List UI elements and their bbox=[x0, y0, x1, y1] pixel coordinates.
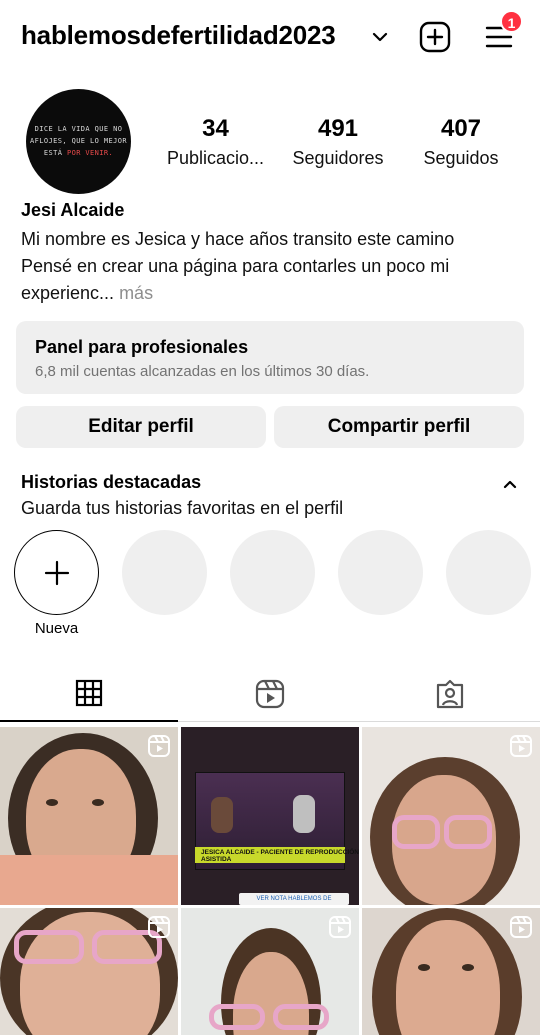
tab-tagged[interactable] bbox=[360, 675, 540, 721]
stat-value: 34 bbox=[202, 115, 229, 142]
grid-icon bbox=[75, 679, 103, 707]
stat-posts[interactable]: 34 Publicacio... bbox=[158, 114, 273, 172]
post-thumbnail[interactable] bbox=[362, 908, 540, 1035]
top-bar: hablemosdefertilidad2023 1 bbox=[0, 0, 540, 76]
post-thumbnail[interactable]: JESICA ALCAIDE - PACIENTE DE REPRODUCCIÓ… bbox=[181, 727, 359, 905]
post-figure bbox=[92, 799, 104, 806]
reel-icon bbox=[510, 916, 532, 938]
chevron-up-icon[interactable] bbox=[502, 476, 518, 492]
bio-line: experienc... más bbox=[21, 280, 521, 307]
reels-icon bbox=[255, 679, 285, 709]
post-figure bbox=[14, 930, 84, 964]
notification-badge: 1 bbox=[500, 10, 523, 33]
highlights-subtitle: Guarda tus historias favoritas en el per… bbox=[21, 498, 344, 518]
avatar-quote-line: DICE LA VIDA QUE NO bbox=[34, 125, 123, 133]
share-profile-button[interactable]: Compartir perfil bbox=[274, 406, 524, 448]
post-figure bbox=[444, 815, 492, 849]
news-banner-text: JESICA ALCAIDE - PACIENTE DE REPRODUCCIÓ… bbox=[201, 849, 359, 863]
reel-icon bbox=[148, 916, 170, 938]
highlight-placeholder bbox=[230, 530, 315, 615]
stat-value: 491 bbox=[317, 115, 359, 142]
stat-label: Seguidores bbox=[292, 148, 384, 168]
bio-more-link[interactable]: más bbox=[114, 283, 153, 303]
avatar-quote-highlight: POR VENIR. bbox=[66, 149, 114, 157]
tab-reels[interactable] bbox=[180, 675, 360, 721]
news-link: VER NOTA HABLEMOS DE FERTILIDAD bbox=[239, 893, 349, 905]
stat-following[interactable]: 407 Seguidos bbox=[412, 114, 510, 172]
tab-grid[interactable] bbox=[0, 675, 180, 721]
dashboard-title: Panel para profesionales bbox=[35, 337, 249, 357]
post-thumbnail[interactable] bbox=[181, 908, 359, 1035]
plus-square-icon[interactable] bbox=[419, 21, 451, 53]
tagged-person-icon bbox=[436, 679, 464, 709]
post-thumbnail[interactable] bbox=[0, 908, 178, 1035]
avatar[interactable]: DICE LA VIDA QUE NO AFLOJES, QUE LO MEJO… bbox=[26, 89, 131, 194]
stat-label: Seguidos bbox=[423, 148, 499, 168]
highlight-placeholder bbox=[338, 530, 423, 615]
post-thumbnail[interactable] bbox=[0, 727, 178, 905]
active-tab-indicator bbox=[0, 720, 178, 722]
profile-name: Jesi Alcaide bbox=[21, 200, 125, 220]
highlights-title: Historias destacadas bbox=[21, 472, 202, 492]
bio-truncated: experienc... bbox=[21, 283, 115, 303]
dashboard-subtitle: 6,8 mil cuentas alcanzadas en los último… bbox=[35, 363, 370, 380]
post-thumbnail[interactable] bbox=[362, 727, 540, 905]
avatar-quote: DICE LA VIDA QUE NO AFLOJES, QUE LO MEJO… bbox=[26, 123, 131, 159]
post-figure bbox=[418, 964, 430, 971]
highlight-placeholder bbox=[446, 530, 531, 615]
reel-icon bbox=[510, 735, 532, 757]
bio-line: Pensé en crear una página para contarles… bbox=[21, 256, 450, 276]
post-figure bbox=[462, 964, 474, 971]
account-switcher-username[interactable]: hablemosdefertilidad2023 bbox=[21, 20, 336, 51]
stat-followers[interactable]: 491 Seguidores bbox=[284, 114, 392, 172]
plus-icon bbox=[44, 560, 70, 586]
bio-line: Mi nombre es Jesica y hace años transito… bbox=[21, 229, 455, 249]
professional-dashboard[interactable]: Panel para profesionales 6,8 mil cuentas… bbox=[16, 321, 524, 394]
avatar-quote-word: ESTÁ bbox=[43, 149, 63, 157]
post-figure bbox=[273, 1004, 329, 1030]
chevron-down-icon[interactable] bbox=[371, 28, 389, 46]
reel-icon bbox=[148, 735, 170, 757]
post-figure bbox=[209, 1004, 265, 1030]
post-figure bbox=[0, 855, 178, 905]
stat-value: 407 bbox=[440, 115, 482, 142]
post-figure bbox=[46, 799, 58, 806]
edit-profile-button[interactable]: Editar perfil bbox=[16, 406, 266, 448]
avatar-quote-line: ESTÁ POR VENIR. bbox=[26, 147, 131, 159]
post-figure bbox=[211, 797, 233, 833]
new-highlight-label: Nueva bbox=[34, 620, 79, 637]
highlight-placeholder bbox=[122, 530, 207, 615]
post-figure bbox=[293, 795, 315, 833]
profile-bio[interactable]: Mi nombre es Jesica y hace años transito… bbox=[21, 226, 521, 307]
new-highlight-button[interactable] bbox=[14, 530, 99, 615]
post-figure bbox=[392, 815, 440, 849]
avatar-quote-line: AFLOJES, QUE LO MEJOR bbox=[30, 137, 127, 145]
reel-icon bbox=[329, 916, 351, 938]
stat-label: Publicacio... bbox=[166, 148, 265, 168]
